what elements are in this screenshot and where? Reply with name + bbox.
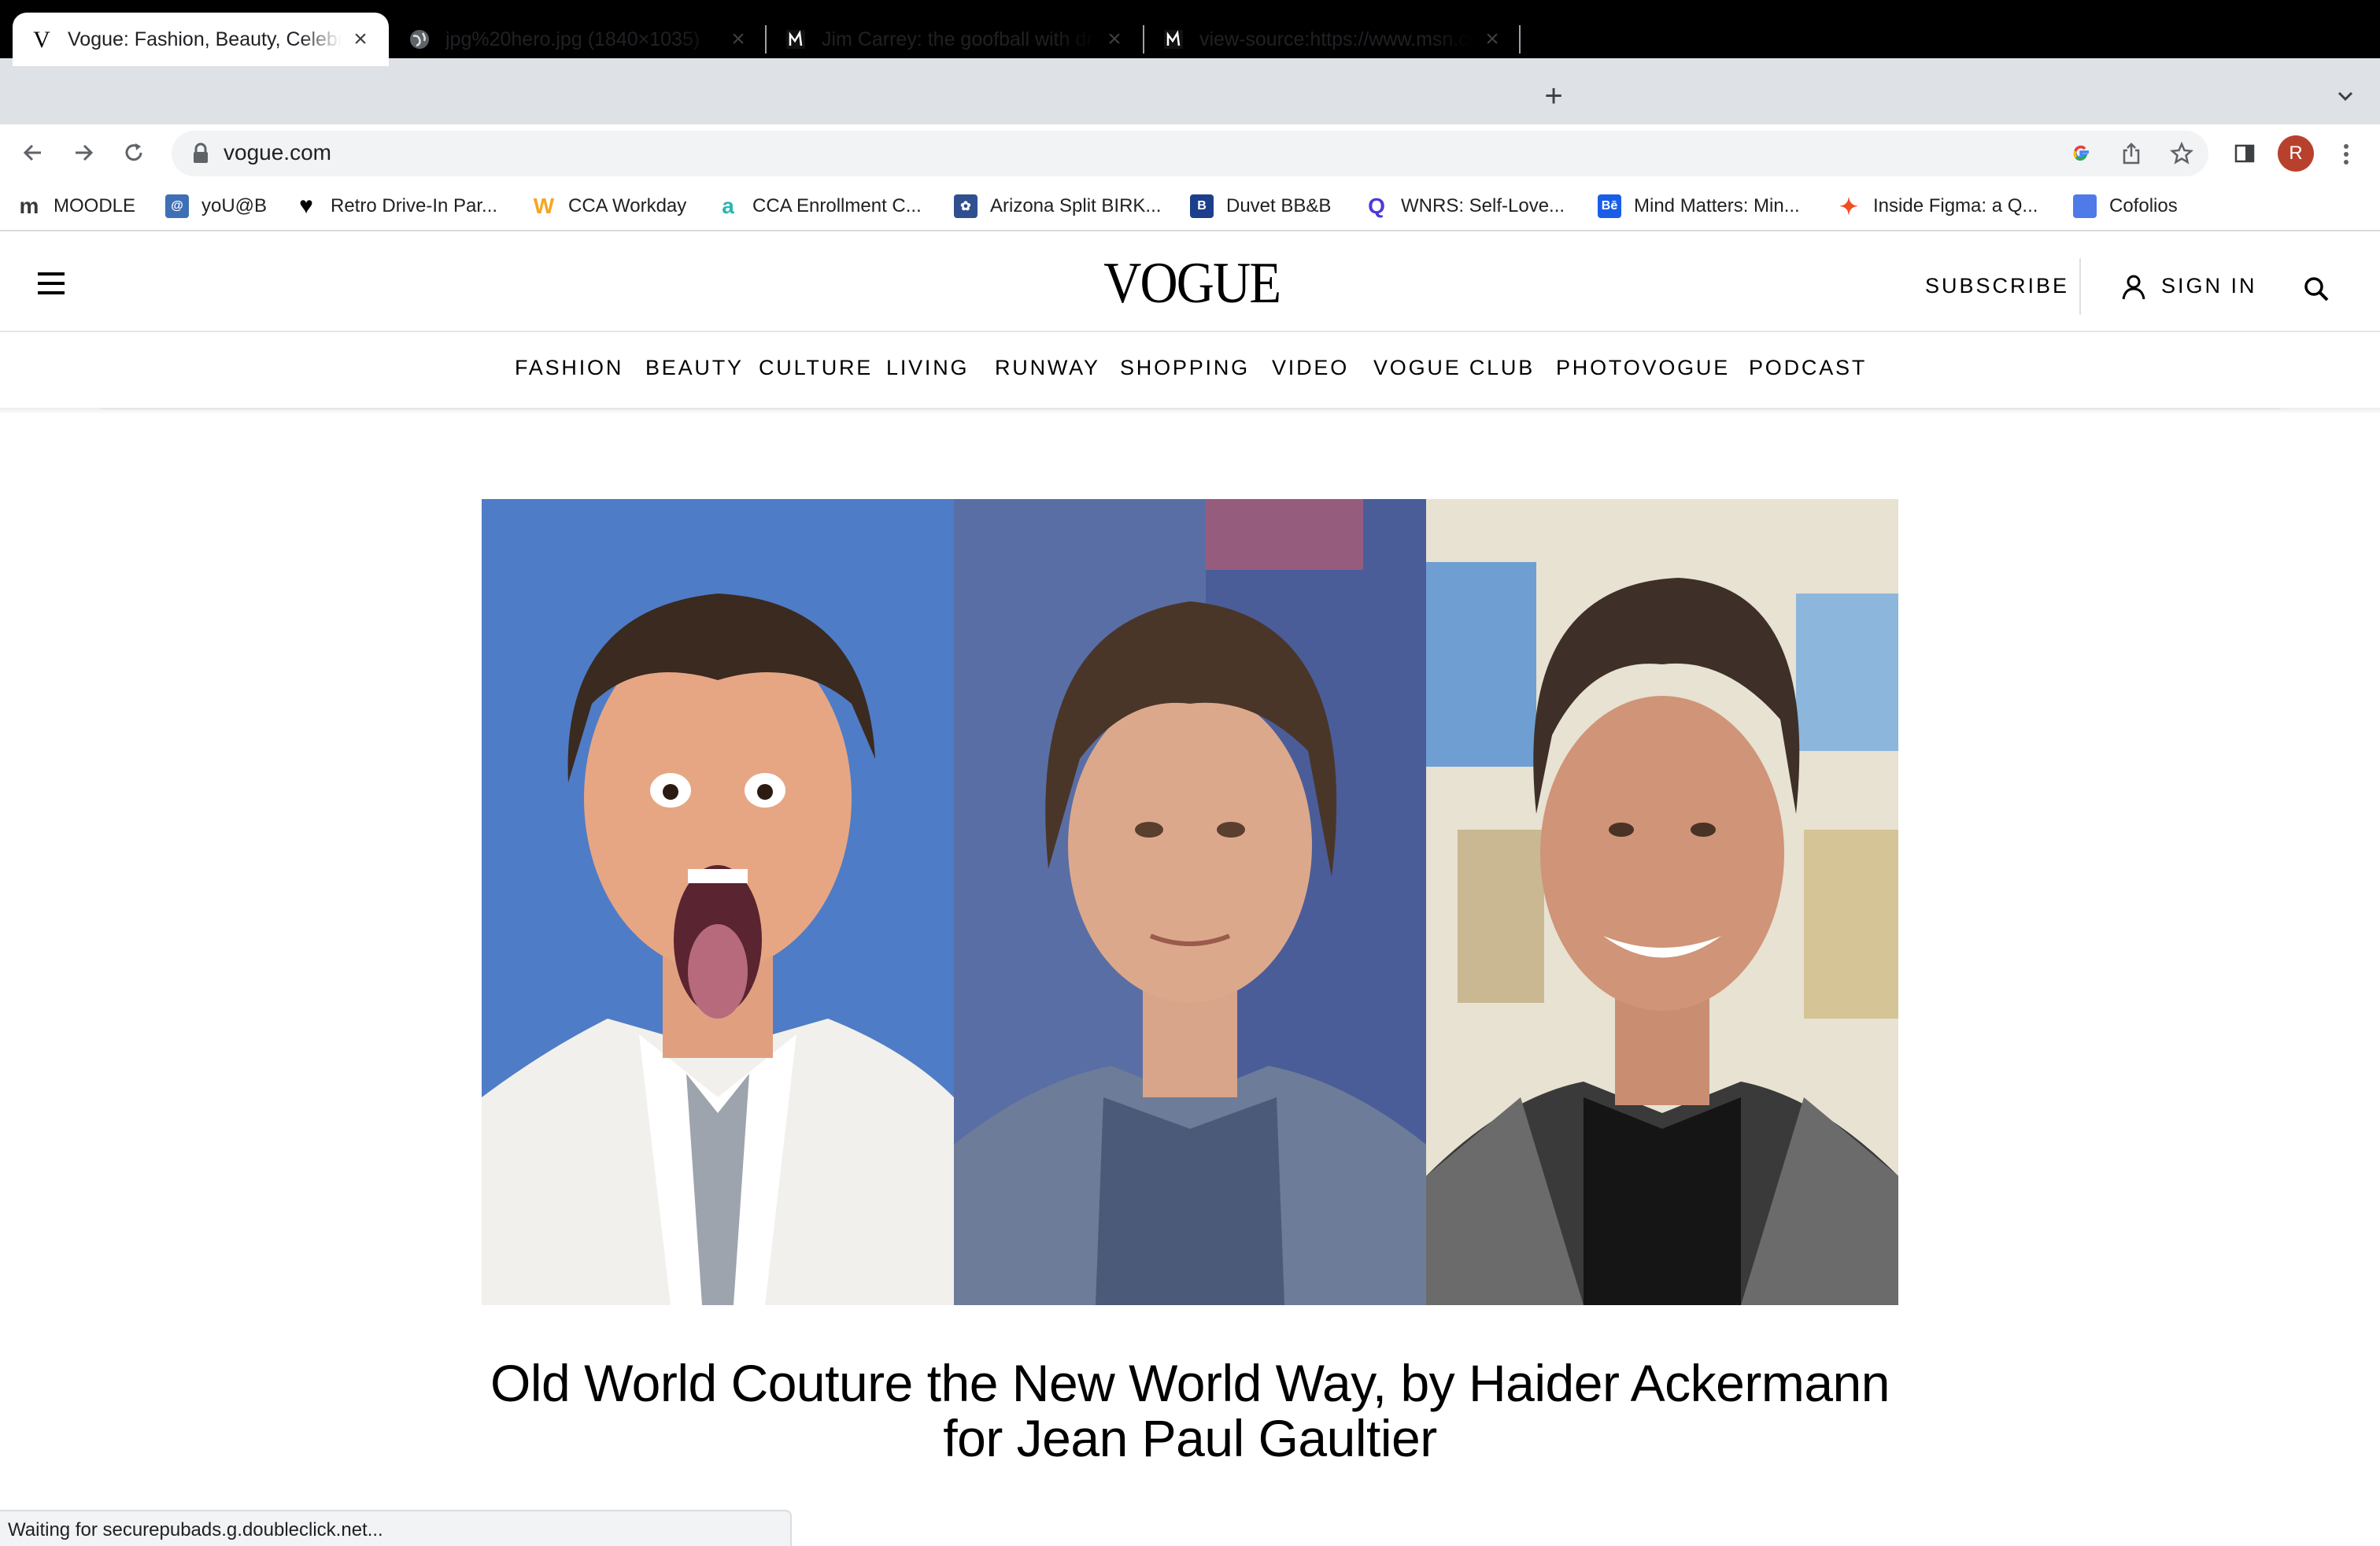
bookmark-item[interactable]: ✦ Inside Figma: a Q...: [1837, 190, 2038, 222]
article-headline[interactable]: Old World Couture the New World Way, by …: [482, 1356, 1898, 1466]
hero-panel-young: [482, 499, 954, 1305]
bookmark-item[interactable]: W CCA Workday: [532, 190, 687, 222]
tab-close-icon[interactable]: ×: [1481, 26, 1503, 52]
svg-text:V: V: [33, 28, 50, 50]
workday-icon: W: [533, 194, 555, 218]
bookmark-item[interactable]: ✿ Arizona Split BIRK...: [954, 190, 1161, 222]
status-bubble: Waiting for securepubads.g.doubleclick.n…: [0, 1510, 792, 1546]
share-icon[interactable]: [2117, 139, 2145, 168]
address-bar[interactable]: [172, 131, 2208, 176]
bookmark-item[interactable]: m MOODLE: [17, 190, 135, 222]
tab-view-source[interactable]: view-source:https://www.msn.com ×: [1144, 13, 1521, 66]
bookmark-label: Retro Drive-In Par...: [331, 195, 498, 216]
tab-vogue[interactable]: V Vogue: Fashion, Beauty, Celebrity ×: [13, 13, 389, 66]
nav-video[interactable]: VIDEO: [1272, 356, 1349, 380]
nav-photovogue[interactable]: PHOTOVOGUE: [1556, 356, 1730, 380]
tab-close-icon[interactable]: ×: [349, 26, 371, 52]
bookmark-item[interactable]: B Duvet BB&B: [1190, 190, 1331, 222]
nav-runway[interactable]: RUNWAY: [995, 356, 1100, 380]
nav-culture[interactable]: CULTURE: [759, 356, 873, 380]
bookmark-item[interactable]: Bē Mind Matters: Min...: [1598, 190, 1800, 222]
sign-in-link[interactable]: SIGN IN: [2161, 274, 2257, 298]
youb-icon: @: [165, 194, 189, 218]
nav-living[interactable]: LIVING: [886, 356, 969, 380]
tab-separator: [1519, 25, 1521, 54]
bookmark-label: Inside Figma: a Q...: [1873, 195, 2038, 216]
nav-shopping[interactable]: SHOPPING: [1120, 356, 1250, 380]
back-arrow-icon[interactable]: [19, 139, 47, 167]
bookmark-label: Cofolios: [2109, 195, 2178, 216]
vogue-v-icon: V: [30, 28, 54, 51]
bookmark-item[interactable]: @ yoU@B: [165, 190, 267, 222]
nav-fashion[interactable]: FASHION: [515, 356, 623, 380]
reload-icon[interactable]: [120, 139, 148, 167]
bookmark-item[interactable]: Q WNRS: Self-Love...: [1365, 190, 1565, 222]
tab-close-icon[interactable]: ×: [1103, 26, 1125, 52]
docs-icon: [2073, 194, 2097, 218]
side-panel-icon[interactable]: [2230, 139, 2259, 168]
new-tab-button[interactable]: +: [1539, 80, 1568, 112]
tab-title: view-source:https://www.msn.com: [1199, 28, 1473, 50]
globe-icon: [408, 28, 431, 51]
tab-strip: [0, 58, 2380, 124]
bookmark-star-icon[interactable]: [2168, 139, 2196, 168]
header-divider: [2079, 258, 2081, 315]
lock-icon[interactable]: [192, 142, 209, 165]
bookmark-item[interactable]: a CCA Enrollment C...: [716, 190, 922, 222]
nav-underline: [101, 408, 2281, 409]
heart-icon: ♥: [299, 193, 313, 219]
vogue-logo[interactable]: VOGUE: [1103, 250, 1281, 316]
hero-panel-older: [1426, 499, 1898, 1305]
bookmark-label: CCA Workday: [568, 195, 687, 216]
nav-vogue-club[interactable]: VOGUE CLUB: [1373, 356, 1535, 380]
tab-search-chevron-icon[interactable]: [2333, 83, 2358, 109]
msn-icon: [784, 28, 808, 51]
enrollment-icon: a: [722, 194, 734, 218]
tab-close-icon[interactable]: ×: [727, 26, 749, 52]
bookmark-label: MOODLE: [54, 195, 136, 216]
bookmark-label: Duvet BB&B: [1226, 195, 1332, 216]
profile-avatar[interactable]: R: [2278, 135, 2314, 172]
browser-menu-icon[interactable]: [2334, 139, 2358, 170]
bookmark-item[interactable]: Cofolios: [2073, 190, 2178, 222]
hamburger-menu-icon[interactable]: [38, 272, 65, 294]
url-text[interactable]: vogue.com: [224, 140, 331, 165]
nav-beauty[interactable]: BEAUTY: [645, 356, 744, 380]
bookmark-label: WNRS: Self-Love...: [1401, 195, 1565, 216]
google-lens-icon[interactable]: [2067, 139, 2095, 168]
bookmark-label: Arizona Split BIRK...: [990, 195, 1162, 216]
bookmark-label: Mind Matters: Min...: [1634, 195, 1800, 216]
msn-icon: [1162, 28, 1185, 51]
hero-image[interactable]: [482, 499, 1898, 1305]
hero-panel-middle: [954, 499, 1426, 1305]
behance-icon: Bē: [1598, 194, 1621, 218]
tab-hero-jpg[interactable]: jpg%20hero.jpg (1840×1035) ×: [390, 13, 767, 66]
tab-jim-carrey[interactable]: Jim Carrey: the goofball with dramatic ×: [767, 13, 1143, 66]
bookmark-label: CCA Enrollment C...: [752, 195, 922, 216]
user-icon[interactable]: [2120, 274, 2147, 301]
bookmark-label: yoU@B: [201, 195, 268, 216]
moodle-icon: m: [19, 194, 39, 218]
birkenstock-icon: ✿: [954, 194, 978, 218]
bbb-icon: B: [1190, 194, 1214, 218]
search-icon[interactable]: [2303, 276, 2330, 302]
subscribe-link[interactable]: SUBSCRIBE: [1925, 274, 2069, 298]
tab-title: Jim Carrey: the goofball with dramatic: [822, 28, 1096, 50]
figma-icon: ✦: [1839, 194, 1858, 219]
tab-title: Vogue: Fashion, Beauty, Celebrity: [68, 28, 342, 50]
bookmark-item[interactable]: ♥ Retro Drive-In Par...: [294, 190, 497, 222]
forward-arrow-icon[interactable]: [69, 139, 98, 167]
nav-podcast[interactable]: PODCAST: [1749, 356, 1867, 380]
wnrs-icon: Q: [1368, 194, 1385, 218]
tab-title: jpg%20hero.jpg (1840×1035): [445, 28, 700, 50]
